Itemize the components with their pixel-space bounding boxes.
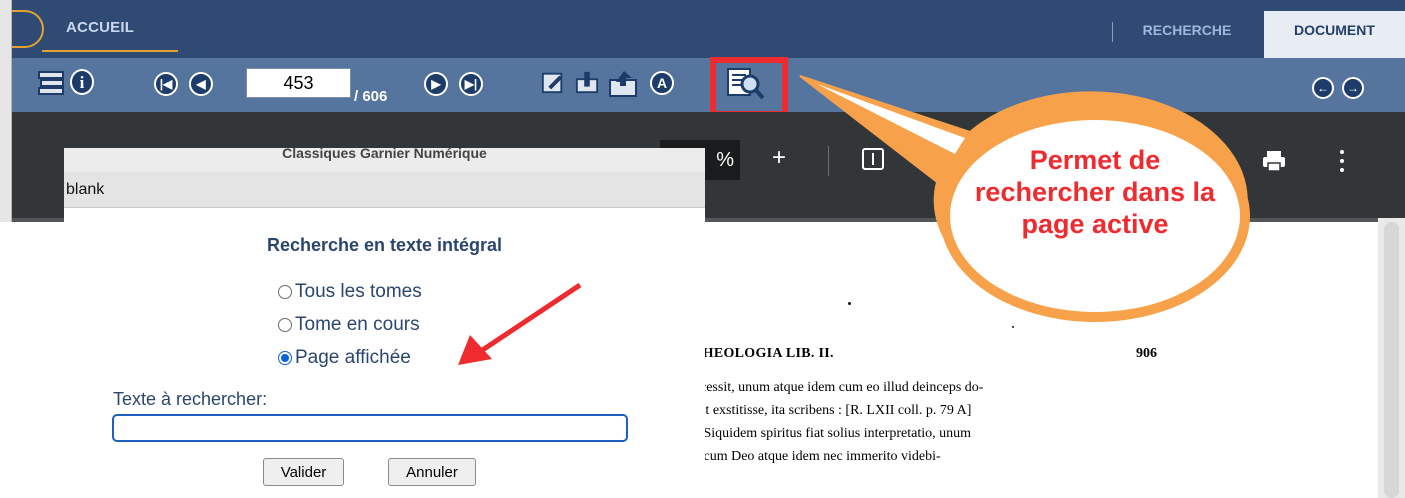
prev-page-icon[interactable]: ◀ — [189, 72, 213, 96]
option-all-volumes[interactable]: Tous les tomes — [278, 281, 422, 303]
home-label[interactable]: ACCUEIL — [66, 19, 134, 36]
print-icon[interactable] — [1262, 150, 1286, 172]
option-label: Page affichée — [295, 347, 411, 368]
validate-button[interactable]: Valider — [263, 458, 344, 486]
red-arrow-icon — [458, 282, 582, 365]
next-page-icon[interactable]: ▶ — [424, 72, 448, 96]
app-window: ACCUEIL RECHERCHE DOCUMENT i |◀ ◀ 453 / … — [0, 0, 1405, 498]
more-vertical-icon[interactable] — [1340, 150, 1346, 174]
radio-displayed-page[interactable] — [278, 351, 292, 365]
callout-line: Permet de — [1029, 145, 1161, 175]
a-letter-icon[interactable]: A — [650, 71, 674, 95]
search-text-label: Texte à rechercher: — [113, 389, 268, 409]
search-text-input[interactable] — [112, 414, 628, 442]
dialog-heading: Recherche en texte intégral — [266, 235, 503, 255]
back-icon[interactable]: ← — [1311, 76, 1335, 100]
scan-line: « Siquidem spiritus fiat solius interpre… — [693, 426, 972, 441]
info-icon[interactable]: i — [70, 69, 94, 95]
scan-line: « cum Deo atque idem nec immerito videbi… — [693, 449, 941, 464]
radio-all-volumes[interactable] — [278, 285, 292, 299]
home-bracket-decoration — [8, 10, 44, 48]
books-icon[interactable] — [36, 68, 66, 98]
home-underline — [42, 50, 178, 52]
option-label: Tome en cours — [295, 314, 420, 335]
bookmark-icon[interactable] — [575, 70, 599, 94]
search-dialog: Classiques Garnier Numérique blank Reche… — [64, 148, 705, 498]
callout-line: page active — [1021, 209, 1169, 239]
dialog-title: Classiques Garnier Numérique — [64, 148, 705, 172]
zoom-in-button[interactable]: + — [772, 144, 786, 172]
cancel-button[interactable]: Annuler — [388, 458, 476, 486]
home-link[interactable]: ACCUEIL — [8, 6, 178, 54]
option-label: Tous les tomes — [295, 281, 422, 302]
forward-icon[interactable]: → — [1341, 76, 1365, 100]
radio-current-volume[interactable] — [278, 318, 292, 332]
page-total: / 606 — [354, 88, 388, 105]
callout-text: Permet de rechercher dans la page active — [940, 144, 1250, 240]
callout-line: rechercher dans la — [974, 177, 1216, 207]
option-current-volume[interactable]: Tome en cours — [278, 314, 420, 336]
first-page-icon[interactable]: |◀ — [154, 72, 178, 96]
tab-divider — [1112, 22, 1113, 42]
tab-recherche[interactable]: RECHERCHE — [1114, 11, 1260, 49]
page-number-input[interactable]: 453 — [246, 68, 351, 98]
dialog-url-bar: blank — [64, 172, 705, 208]
callout-bubble — [799, 75, 1250, 322]
tab-document[interactable]: DOCUMENT — [1264, 11, 1405, 58]
option-displayed-page[interactable]: Page affichée — [278, 347, 411, 369]
search-page-icon[interactable] — [726, 66, 766, 102]
top-nav-bar: ACCUEIL RECHERCHE DOCUMENT — [0, 0, 1405, 58]
last-page-icon[interactable]: ▶| — [459, 72, 483, 96]
export-icon[interactable] — [608, 68, 640, 98]
scrollbar-thumb[interactable] — [1384, 222, 1399, 498]
note-icon[interactable] — [541, 70, 565, 94]
